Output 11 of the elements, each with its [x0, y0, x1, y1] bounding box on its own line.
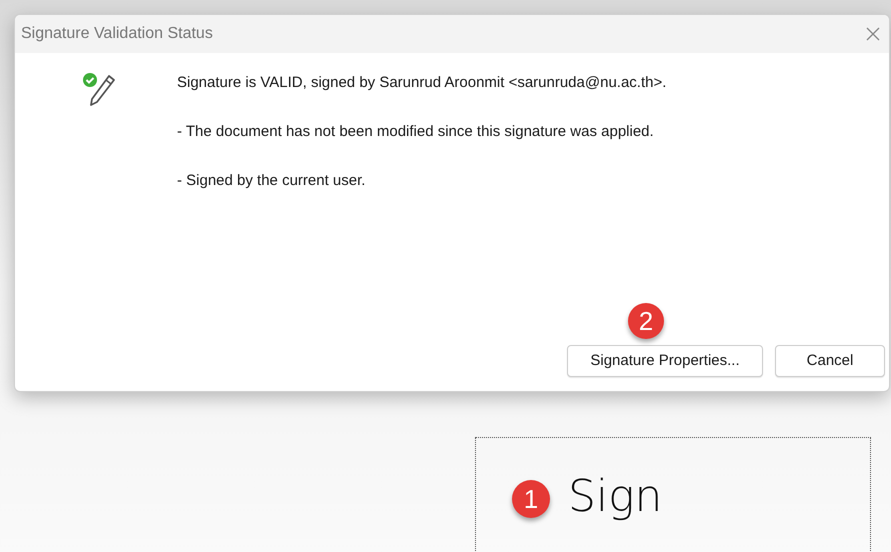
signature-placeholder: Sign	[568, 472, 662, 522]
status-message: - The document has not been modified since this signature was applied.	[177, 122, 655, 142]
cancel-button[interactable]: Cancel	[775, 345, 885, 377]
callout-badge: 2	[628, 303, 664, 339]
callout-badge: 1	[512, 480, 550, 518]
status-message: Signature is VALID, signed by Sarunrud Aroonmit <sarunruda@nu.ac.th>.	[177, 73, 666, 93]
close-icon	[865, 26, 881, 42]
status-message: - Signed by the current user.	[177, 171, 366, 191]
signature-field[interactable]: 1 Sign	[475, 437, 871, 551]
window-title: Signature Validation Status	[21, 24, 213, 44]
signature-properties-button[interactable]: Signature Properties...	[567, 345, 763, 377]
